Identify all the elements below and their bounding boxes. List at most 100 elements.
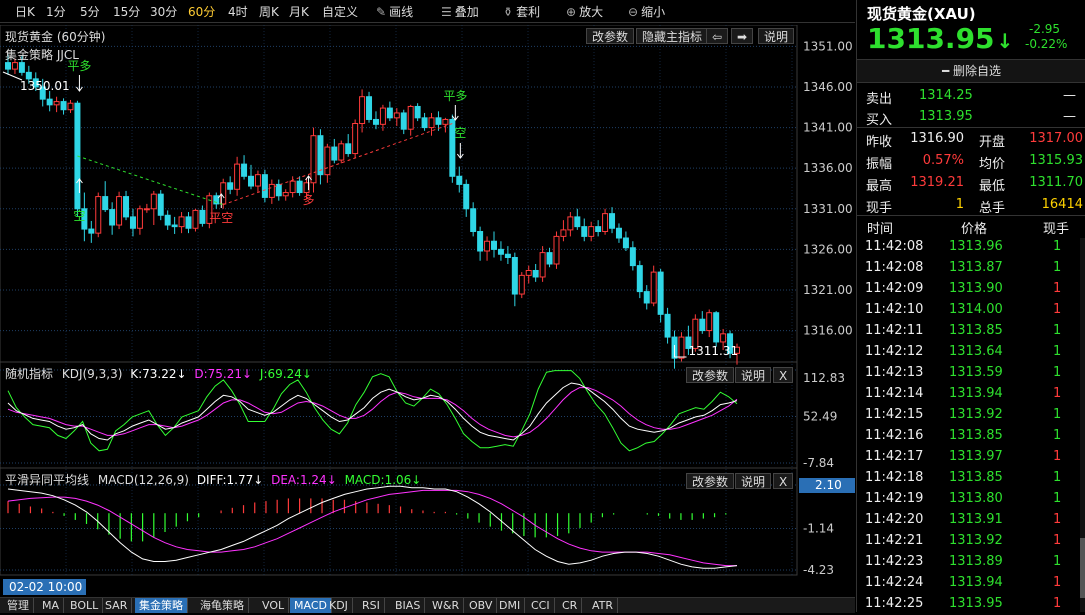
macd-btn-2[interactable]: X [773,473,794,489]
tool-1-button[interactable]: ☰ 叠加 [441,3,479,20]
tick-volume: 1 [1053,302,1062,317]
kdj-btn-0[interactable]: 改参数 [686,367,735,383]
candle-body [428,117,435,129]
indicator-tab-1[interactable]: MA [38,598,65,613]
indicator-tab-16[interactable]: ATR [588,598,619,613]
tick-row: 11:42:08 1313.87 1 [857,258,1082,279]
price-tick-label: 1321.00 [803,283,853,297]
candle-body [393,112,400,119]
period-5-button[interactable]: 60分 [188,3,215,20]
main-btn-1[interactable]: 隐藏主指标 [636,28,709,44]
tick-volume: 1 [1053,365,1062,380]
indicator-tab-10[interactable]: BIAS [391,598,426,613]
candle-body [699,318,706,332]
candle-body [143,208,150,211]
stat-label-0a: 昨收 [866,135,893,150]
trend-line-red [223,123,453,206]
indicator-tab-4[interactable]: 集金策略 [135,598,188,613]
tool-4-label: 缩小 [641,5,666,19]
kdj-params: KDJ(9,3,3) [61,367,123,381]
candle-body [386,107,393,119]
candle-body [116,196,123,226]
stat-label-0b: 开盘 [979,135,1006,150]
period-2-button[interactable]: 5分 [80,3,100,20]
candle-body [560,229,567,237]
chart-area[interactable]: 平多空平空多平多空 1350.01 1311.31 1351.00 1346.00 13… [0,24,855,578]
candle-body [629,247,636,267]
tool-0-button[interactable]: ✎ 画线 [376,3,413,20]
kdj-btn-1[interactable]: 说明 [735,367,772,383]
candle-body [588,226,595,237]
scrollbar-thumb[interactable] [1080,538,1085,598]
candles-layer [5,54,740,369]
indicator-tab-15[interactable]: CR [558,598,583,613]
period-1-button[interactable]: 1分 [46,3,66,20]
main-btn-3[interactable]: ➡ [731,28,754,44]
candle-body [185,216,192,229]
candle-body [504,253,511,258]
indicator-tab-14[interactable]: CCI [527,598,555,613]
price-down-arrow-icon: ↓ [996,29,1014,53]
tick-price: 1313.89 [949,554,1003,569]
period-9-button[interactable]: 自定义 [322,3,358,20]
candle-body [366,96,373,120]
kdj-layer [7,370,738,452]
tick-time: 11:42:24 [865,575,924,590]
price-tick-label: 1316.00 [803,324,853,338]
main-btn-4[interactable]: 说明 [758,28,795,44]
candle-body [511,256,518,295]
indicator-tab-5[interactable]: 海龟策略 [196,598,249,613]
candlestick-chart-svg[interactable]: 平多空 平空多平多空1350.011311.31 1351.001346.0013… [0,24,855,578]
candle-body [317,135,324,176]
tick-volume: 1 [1053,554,1062,569]
period-6-button[interactable]: 4时 [228,3,248,20]
tick-row: 11:42:15 1313.92 1 [857,405,1082,426]
period-0-button[interactable]: 日K [15,3,35,20]
stat-row-1: 振幅 0.57% 均价 1315.93 [857,150,1085,172]
indicator-tab-11[interactable]: W&R [428,598,465,613]
candle-body [643,291,650,304]
candle-body [484,240,491,252]
sell-price: 1314.25 [919,88,973,103]
period-4-button[interactable]: 30分 [150,3,177,20]
tool-4-button[interactable]: ⊖ 缩小 [628,3,665,20]
indicator-tab-12[interactable]: OBV [465,598,498,613]
period-7-button[interactable]: 周K [259,3,279,20]
main-btn-2[interactable]: ⇦ [706,28,729,44]
macd-btn-1[interactable]: 说明 [735,473,772,489]
indicator-tab-8[interactable]: KDJ [325,598,353,613]
layers-icon: ☰ [441,5,452,19]
ticks-header-time: 时间 [867,222,894,237]
indicator-tab-0[interactable]: 管理 [3,598,34,613]
stat-value-2b: 1311.70 [1029,175,1083,190]
indicator-tab-3[interactable]: SAR [101,598,133,613]
period-3-button[interactable]: 15分 [113,3,140,20]
buy-label: 买入 [866,113,893,128]
main-btn-0[interactable]: 改参数 [586,28,635,44]
candle-body [261,174,268,198]
period-toolbar: 日K 1分 5分 15分 30分 60分 4时 周K 月K 自定义 ✎ 画线 ☰ 叠加 ⚱ 套利 ⊕ 放大 ⊖ 缩小 [0,0,855,23]
tick-price: 1313.94 [949,386,1003,401]
indicator-tab-13[interactable]: DMI [495,598,526,613]
tool-3-button[interactable]: ⊕ 放大 [566,3,603,20]
candle-body [248,175,254,187]
remove-watchlist-button[interactable]: ━ 删除自选 [857,59,1085,83]
macd-btn-0[interactable]: 改参数 [686,473,735,489]
kdj-btn-2[interactable]: X [773,367,794,383]
candle-body [164,214,171,226]
indicator-tab-9[interactable]: RSI [358,598,385,613]
stat-value-2a: 1319.21 [910,175,964,190]
tick-time: 11:42:17 [865,449,924,464]
kdj-j-value: J:69.24↓ [259,367,312,381]
tool-2-button[interactable]: ⚱ 套利 [503,3,540,20]
candle-body [470,208,477,233]
tick-volume: 1 [1053,386,1062,401]
indicator-tab-2[interactable]: BOLL [66,598,104,613]
tick-scrollbar[interactable] [1080,238,1085,612]
sell-volume: — [1063,88,1076,103]
tick-volume: 1 [1053,512,1062,527]
tick-volume: 1 [1053,575,1062,590]
tick-volume: 1 [1053,449,1062,464]
indicator-tab-6[interactable]: VOL [258,598,290,613]
period-8-button[interactable]: 月K [289,3,309,20]
